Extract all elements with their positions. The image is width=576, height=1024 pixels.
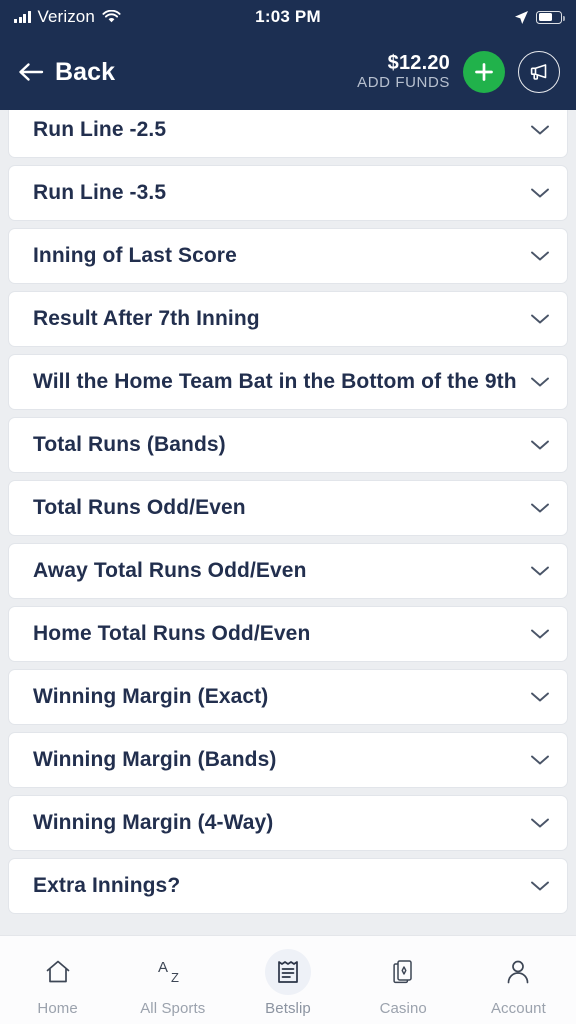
market-title: Home Total Runs Odd/Even bbox=[33, 622, 311, 646]
market-row[interactable]: Home Total Runs Odd/Even bbox=[8, 606, 568, 662]
promotions-button[interactable] bbox=[518, 51, 560, 93]
wifi-icon bbox=[102, 10, 121, 23]
signal-bars-icon bbox=[14, 11, 31, 23]
bottom-tab-bar: Home A Z All Sports Betslip Casino Account bbox=[0, 935, 576, 1024]
market-title: Winning Margin (Exact) bbox=[33, 685, 269, 709]
market-title: Away Total Runs Odd/Even bbox=[33, 559, 307, 583]
add-funds-label: ADD FUNDS bbox=[357, 73, 450, 91]
chevron-down-icon[interactable] bbox=[529, 691, 551, 703]
add-funds-button[interactable]: $12.20 ADD FUNDS bbox=[357, 52, 450, 91]
add-funds-plus-button[interactable] bbox=[463, 51, 505, 93]
header-actions: $12.20 ADD FUNDS bbox=[357, 51, 560, 93]
market-title: Run Line -3.5 bbox=[33, 181, 167, 205]
market-title: Winning Margin (Bands) bbox=[33, 748, 277, 772]
battery-icon bbox=[536, 10, 565, 24]
tab-label: Home bbox=[37, 1000, 78, 1017]
chevron-down-icon[interactable] bbox=[529, 502, 551, 514]
status-bar-left: Verizon bbox=[14, 7, 121, 27]
megaphone-icon bbox=[530, 64, 547, 80]
chevron-down-icon[interactable] bbox=[529, 250, 551, 262]
arrow-left-icon bbox=[19, 63, 44, 81]
market-row[interactable]: Run Line -2.5 bbox=[8, 110, 568, 158]
market-row[interactable]: Winning Margin (4-Way) bbox=[8, 795, 568, 851]
chevron-down-icon[interactable] bbox=[529, 565, 551, 577]
tab-label: Account bbox=[490, 1000, 546, 1017]
market-title: Total Runs (Bands) bbox=[33, 433, 226, 457]
market-row[interactable]: Run Line -3.5 bbox=[8, 165, 568, 221]
tab-label: Casino bbox=[379, 1000, 427, 1017]
market-title: Inning of Last Score bbox=[33, 244, 237, 268]
chevron-down-icon[interactable] bbox=[529, 124, 551, 136]
market-row[interactable]: Will the Home Team Bat in the Bottom of … bbox=[8, 354, 568, 410]
chevron-down-icon[interactable] bbox=[529, 187, 551, 199]
market-title: Winning Margin (4-Way) bbox=[33, 811, 274, 835]
tab-account[interactable]: Account bbox=[461, 949, 576, 1017]
tab-casino[interactable]: Casino bbox=[346, 949, 461, 1017]
market-list[interactable]: Run Line -2.5 Run Line -3.5 Inning of Last… bbox=[0, 110, 576, 935]
market-row[interactable]: Winning Margin (Exact) bbox=[8, 669, 568, 725]
app-header: Back $12.20 ADD FUNDS bbox=[0, 34, 576, 110]
chevron-down-icon[interactable] bbox=[529, 817, 551, 829]
market-row[interactable]: Total Runs Odd/Even bbox=[8, 480, 568, 536]
a-to-z-icon: AZ bbox=[150, 949, 196, 995]
back-label: Back bbox=[55, 57, 116, 86]
market-row[interactable]: Away Total Runs Odd/Even bbox=[8, 543, 568, 599]
tab-home[interactable]: Home bbox=[0, 949, 115, 1017]
tab-betslip[interactable]: Betslip bbox=[230, 949, 345, 1017]
market-row[interactable]: Winning Margin (Bands) bbox=[8, 732, 568, 788]
market-title: Will the Home Team Bat in the Bottom of … bbox=[33, 370, 517, 394]
chevron-down-icon[interactable] bbox=[529, 439, 551, 451]
person-icon bbox=[495, 949, 541, 995]
status-bar: Verizon 1:03 PM bbox=[0, 0, 576, 34]
svg-text:A: A bbox=[158, 959, 168, 976]
chevron-down-icon[interactable] bbox=[529, 628, 551, 640]
status-bar-right bbox=[514, 10, 565, 25]
app-root: Verizon 1:03 PM Back $12.20 ADD FUNDS Ru… bbox=[0, 0, 576, 1024]
chevron-down-icon[interactable] bbox=[529, 376, 551, 388]
balance-amount: $12.20 bbox=[387, 52, 450, 75]
market-row[interactable]: Result After 7th Inning bbox=[8, 291, 568, 347]
chevron-down-icon[interactable] bbox=[529, 754, 551, 766]
market-title: Extra Innings? bbox=[33, 874, 181, 898]
chevron-down-icon[interactable] bbox=[529, 313, 551, 325]
tab-label: Betslip bbox=[265, 1000, 311, 1017]
chevron-down-icon[interactable] bbox=[529, 880, 551, 892]
playing-cards-icon bbox=[380, 949, 426, 995]
home-icon bbox=[35, 949, 81, 995]
svg-text:Z: Z bbox=[171, 970, 179, 985]
location-arrow-icon bbox=[515, 10, 528, 24]
carrier-label: Verizon bbox=[37, 7, 95, 26]
betslip-icon bbox=[265, 949, 311, 995]
market-title: Run Line -2.5 bbox=[33, 118, 167, 142]
plus-icon bbox=[475, 63, 493, 81]
market-row[interactable]: Total Runs (Bands) bbox=[8, 417, 568, 473]
market-row[interactable]: Extra Innings? bbox=[8, 858, 568, 914]
market-row[interactable]: Inning of Last Score bbox=[8, 228, 568, 284]
back-button[interactable]: Back bbox=[18, 58, 115, 87]
market-title: Total Runs Odd/Even bbox=[33, 496, 246, 520]
tab-label: All Sports bbox=[140, 1000, 206, 1017]
tab-all-sports[interactable]: A Z All Sports bbox=[115, 949, 230, 1017]
market-title: Result After 7th Inning bbox=[33, 307, 260, 331]
